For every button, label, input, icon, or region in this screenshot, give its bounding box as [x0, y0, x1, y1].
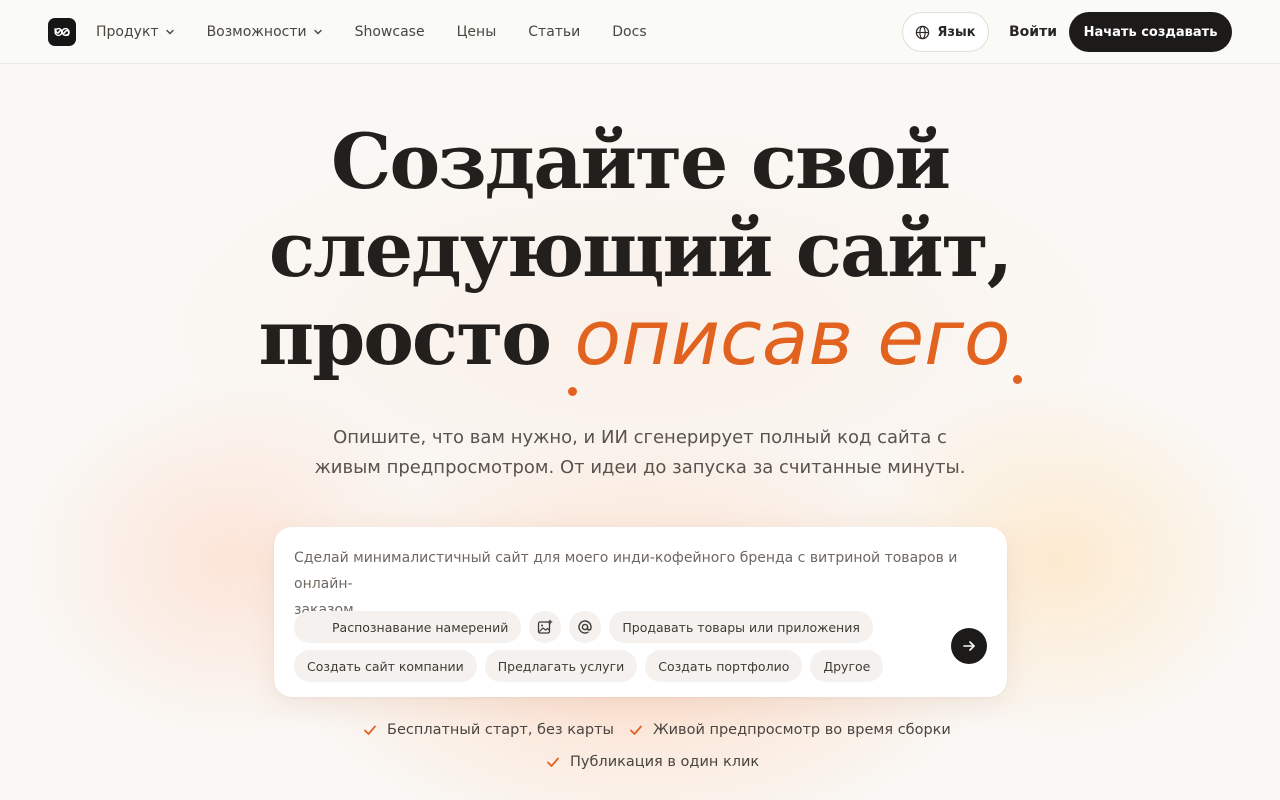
add-image-button[interactable] — [529, 611, 562, 643]
language-button[interactable]: Язык — [902, 12, 989, 52]
nav-item-showcase[interactable]: Showcase — [355, 24, 425, 40]
chevron-down-icon — [165, 29, 174, 35]
offer-services-chip[interactable]: Предлагать услуги — [484, 650, 638, 682]
hero-title-line-2: следующий сайт, — [268, 205, 1013, 294]
feature-item: Бесплатный старт, без карты — [363, 722, 614, 738]
globe-icon — [916, 25, 930, 39]
nav-item-docs[interactable]: Docs — [612, 24, 646, 40]
hero-subtitle-line-2: живым предпросмотром. От идеи до запуска… — [314, 457, 966, 478]
feature-item: Живой предпросмотр во время сборки — [629, 722, 951, 738]
prompt-card: Сделай минималистичный сайт для моего ин… — [274, 527, 1007, 697]
logo-icon[interactable] — [48, 18, 76, 46]
nav-item-label: Цены — [456, 24, 497, 40]
main-nav: Продукт Возможности Showcase Цены Статьи… — [96, 0, 679, 64]
image-add-icon — [538, 619, 553, 634]
feature-text: Публикация в один клик — [570, 754, 760, 770]
prompt-placeholder-line-1: Сделай минималистичный сайт для моего ин… — [294, 550, 958, 592]
hero-title-plain: просто — [258, 293, 552, 382]
language-label: Язык — [937, 24, 976, 40]
accent-dot — [1012, 375, 1022, 384]
start-creating-button[interactable]: Начать создавать — [1069, 12, 1232, 52]
check-icon — [630, 725, 642, 735]
accent-dot — [568, 387, 578, 396]
hero-title-line-3: просто описав его — [140, 293, 1140, 396]
nav-item-label: Docs — [612, 24, 647, 40]
portfolio-chip[interactable]: Создать портфолио — [645, 650, 803, 682]
company-site-chip[interactable]: Создать сайт компании — [294, 650, 477, 682]
nav-item-articles[interactable]: Статьи — [528, 24, 580, 40]
send-button[interactable] — [951, 628, 987, 664]
feature-text: Живой предпросмотр во время сборки — [653, 722, 951, 738]
hero-title: Создайте свой следующий сайт, просто опи… — [140, 117, 1140, 396]
arrow-right-icon — [963, 641, 975, 651]
mention-button[interactable] — [569, 611, 602, 643]
chip-row-1: Распознавание намерений Продавать товары… — [294, 611, 873, 643]
check-icon — [547, 757, 559, 767]
intent-recognition-chip[interactable]: Распознавание намерений — [294, 611, 522, 643]
check-icon — [364, 725, 376, 735]
nav-item-product[interactable]: Продукт — [96, 24, 175, 40]
hero-title-accent: описав его — [568, 293, 1022, 396]
nav-item-pricing[interactable]: Цены — [457, 24, 497, 40]
hero-subtitle-line-1: Опишите, что вам нужно, и ИИ сгенерирует… — [333, 427, 947, 448]
hero-title-accent-text: описав его — [574, 293, 1011, 382]
nav-item-label: Возможности — [206, 24, 307, 40]
sell-products-chip[interactable]: Продавать товары или приложения — [609, 611, 873, 643]
top-header: Продукт Возможности Showcase Цены Статьи… — [0, 0, 1280, 64]
nav-item-features[interactable]: Возможности — [207, 24, 323, 40]
nav-item-label: Статьи — [528, 24, 581, 40]
other-chip[interactable]: Другое — [810, 650, 884, 682]
feature-text: Бесплатный старт, без карты — [387, 722, 614, 738]
nav-item-label: Showcase — [354, 24, 425, 40]
at-sign-icon — [578, 620, 593, 634]
hero-subtitle: Опишите, что вам нужно, и ИИ сгенерирует… — [290, 423, 990, 483]
hero-title-line-1: Создайте свой — [331, 117, 951, 206]
chevron-down-icon — [313, 29, 322, 35]
chip-row-2: Создать сайт компании Предлагать услуги … — [294, 650, 884, 682]
nav-item-label: Продукт — [96, 24, 159, 40]
login-link[interactable]: Войти — [1009, 0, 1057, 64]
feature-item: Публикация в один клик — [546, 754, 759, 770]
